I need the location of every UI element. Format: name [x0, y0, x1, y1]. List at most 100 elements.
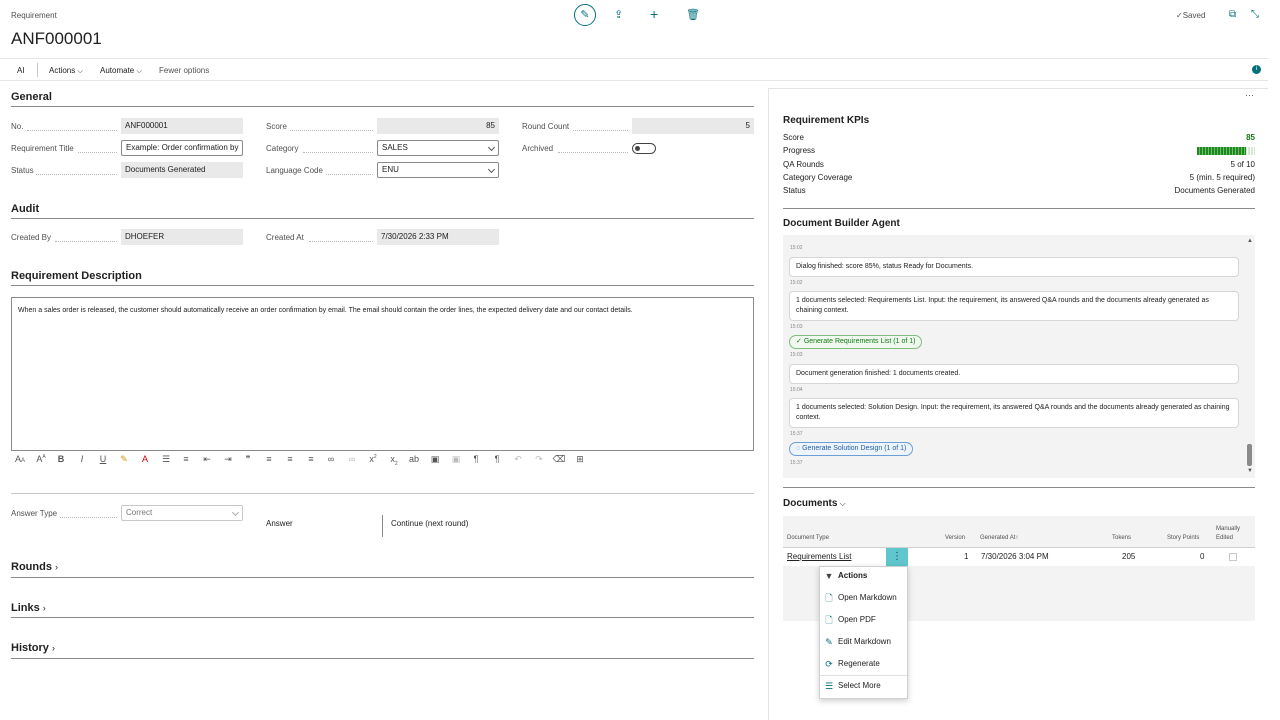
clear-format-icon[interactable]: ⌫ [552, 454, 566, 465]
col-story-points[interactable]: Story Points [1167, 535, 1199, 541]
superscript-icon[interactable]: x2 [366, 454, 380, 464]
italic-icon[interactable]: I [75, 454, 89, 464]
numbered-list-icon[interactable]: ≡ [179, 454, 193, 464]
category-select[interactable]: SALES [377, 140, 499, 156]
action-automate[interactable]: Automate ⌵ [100, 66, 142, 76]
font-family-icon[interactable]: AA [13, 454, 27, 464]
font-color-icon[interactable]: A [138, 454, 152, 464]
kpi-coverage-value: 5 (min. 5 required) [1189, 173, 1255, 182]
table-icon[interactable]: ⊞ [573, 454, 587, 465]
document-type-link[interactable]: Requirements List [787, 552, 851, 561]
menu-item-regenerate[interactable]: ⟳ Regenerate [822, 654, 906, 674]
edit-icon[interactable]: ✎ [574, 4, 596, 26]
requirement-title-input[interactable]: Example: Order confirmation by [121, 140, 243, 156]
documents-title[interactable]: Documents ⌵ [783, 498, 846, 509]
col-version[interactable]: Version [945, 535, 965, 541]
delete-icon[interactable]: 🗑 [686, 8, 700, 21]
language-code-select[interactable]: ENU [377, 162, 499, 178]
menu-item-select-more[interactable]: ☰ Select More [822, 676, 906, 696]
quote-icon[interactable]: ❞ [241, 454, 255, 465]
chat-timestamp: 15:37 [790, 431, 803, 437]
more-options-icon[interactable]: ··· [1245, 90, 1254, 100]
kpi-qa-label: QA Rounds [783, 160, 824, 169]
toggle-knob [635, 146, 640, 151]
subscript-icon[interactable]: x2 [387, 454, 401, 467]
indent-icon[interactable]: ⇥ [221, 454, 235, 465]
chevron-down-icon: ⌵ [77, 68, 83, 75]
manually-edited-checkbox[interactable] [1229, 553, 1237, 561]
share-icon[interactable]: ⇪ [614, 8, 623, 21]
chevron-right-icon: › [51, 643, 55, 653]
agent-divider [783, 487, 1255, 488]
image-alt-icon[interactable]: ▣ [449, 454, 463, 465]
archived-label: Archived [522, 144, 554, 153]
section-rounds-title[interactable]: Rounds › [11, 561, 58, 573]
answer-separator [382, 515, 383, 537]
section-history-title[interactable]: History › [11, 642, 55, 654]
generate-solution-design-pill[interactable]: ◌ Generate Solution Design (1 of 1) [789, 442, 914, 456]
section-general-title: General [11, 91, 52, 103]
align-left-icon[interactable]: ≡ [262, 454, 276, 464]
kpi-divider [783, 208, 1255, 209]
section-links-title[interactable]: Links › [11, 602, 46, 614]
saved-status: ✓Saved [1176, 11, 1205, 20]
progress-fill [1197, 147, 1247, 155]
archived-toggle[interactable] [632, 143, 656, 154]
strikethrough-icon[interactable]: ab [407, 454, 421, 464]
col-manually-edited[interactable]: Manually Edited [1216, 525, 1250, 543]
menu-item-open-markdown[interactable]: 🗋 Open Markdown [822, 588, 906, 608]
rtl-icon[interactable]: ¶ [490, 454, 504, 464]
menu-item-open-pdf[interactable]: 🗋 Open PDF [822, 610, 906, 630]
outdent-icon[interactable]: ⇤ [200, 454, 214, 465]
col-document-type[interactable]: Document Type [787, 535, 829, 541]
unlink-icon[interactable]: ∞ [345, 454, 359, 464]
collapse-icon[interactable]: ⤡ [1251, 9, 1259, 20]
kpi-status-value: Documents Generated [1174, 186, 1256, 195]
answer-type-select[interactable]: Correct [121, 505, 243, 521]
menu-header-label: Actions [838, 571, 868, 580]
chevron-down-icon: ⌵ [136, 68, 142, 75]
chat-message: Dialog finished: score 85%, status Ready… [789, 257, 1239, 277]
chat-timestamp: 15:03 [790, 324, 803, 330]
scroll-up-icon[interactable]: ▲ [1247, 238, 1253, 244]
answer-value[interactable]: Continue (next round) [391, 519, 468, 528]
action-fewer-options[interactable]: Fewer options [159, 66, 209, 75]
chat-message: 1 documents selected: Requirements List.… [789, 291, 1239, 321]
link-icon[interactable]: ∞ [324, 454, 338, 464]
description-text: When a sales order is released, the cust… [18, 307, 633, 314]
no-label: No. [11, 122, 24, 131]
bullet-list-icon[interactable]: ☰ [159, 454, 173, 465]
redo-icon[interactable]: ↷ [532, 454, 546, 465]
col-tokens[interactable]: Tokens [1112, 535, 1131, 541]
align-center-icon[interactable]: ≡ [283, 454, 297, 464]
check-icon: ✓ [1176, 11, 1183, 20]
undo-icon[interactable]: ↶ [511, 454, 525, 465]
answer-type-value: Correct [126, 508, 153, 517]
add-icon[interactable]: + [650, 6, 658, 22]
menu-label: Open PDF [838, 615, 876, 624]
info-icon[interactable]: i [1252, 65, 1261, 74]
kpi-score-label: Score [783, 133, 804, 142]
ltr-icon[interactable]: ¶ [469, 454, 483, 464]
underline-icon[interactable]: U [96, 454, 110, 464]
highlight-icon[interactable]: ✎ [117, 454, 131, 465]
language-code-label: Language Code [266, 166, 323, 175]
scroll-down-icon[interactable]: ▼ [1247, 468, 1253, 474]
action-actions[interactable]: Actions ⌵ [49, 66, 83, 76]
col-generated-at[interactable]: Generated At↑ [980, 535, 1018, 541]
open-new-window-icon[interactable]: ⧉ [1229, 9, 1236, 20]
align-right-icon[interactable]: ≡ [304, 454, 318, 464]
chat-scrollbar[interactable] [1247, 444, 1252, 466]
description-editor[interactable]: When a sales order is released, the cust… [11, 297, 754, 451]
created-by-label: Created By [11, 233, 52, 242]
bold-icon[interactable]: B [54, 454, 68, 464]
row-actions-button[interactable]: ⋮ [886, 548, 908, 566]
menu-item-edit-markdown[interactable]: ✎ Edit Markdown [822, 632, 906, 652]
menu-label: Edit Markdown [838, 637, 891, 646]
action-ai[interactable]: AI [17, 66, 25, 75]
font-size-icon[interactable]: AA [34, 454, 48, 464]
generate-requirements-pill[interactable]: ✓ Generate Requirements List (1 of 1) [789, 335, 923, 349]
kpi-status-label: Status [783, 186, 806, 195]
menu-label: Regenerate [838, 659, 880, 668]
image-icon[interactable]: ▣ [428, 454, 442, 465]
